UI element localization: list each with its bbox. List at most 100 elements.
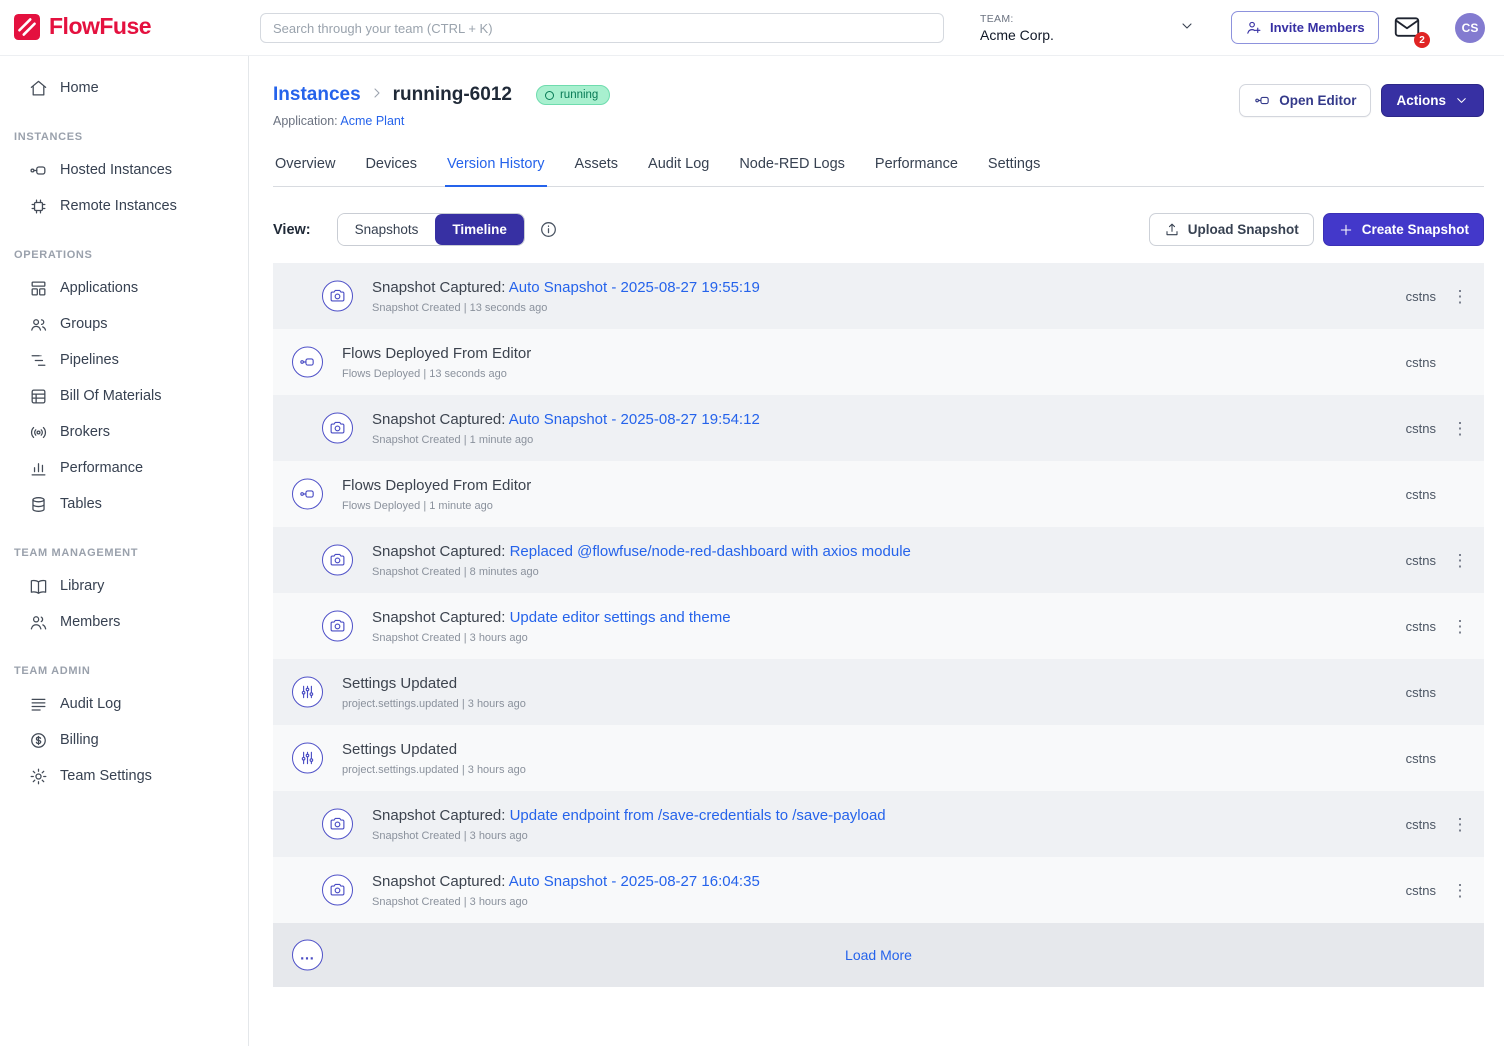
event-type-label: Snapshot Captured: [372,609,510,626]
sidebar-item-performance[interactable]: Performance [0,450,248,486]
sidebar-item-label: Brokers [60,424,110,440]
page-header: Instances running-6012 running Applicati… [273,84,1484,128]
kebab-menu-button[interactable]: ⋮ [1444,878,1477,903]
team-selector[interactable]: TEAM: Acme Corp. [980,8,1195,48]
upload-snapshot-label: Upload Snapshot [1188,222,1299,237]
user-add-icon [1245,19,1262,36]
status-label: running [560,89,598,101]
info-icon[interactable] [539,220,558,239]
timeline-row: Snapshot Captured: Auto Snapshot - 2025-… [273,395,1484,461]
snapshot-link[interactable]: Replaced @flowfuse/node-red-dashboard wi… [510,543,911,560]
sidebar-item-audit-log[interactable]: Audit Log [0,686,248,722]
sidebar-item-remote-instances[interactable]: Remote Instances [0,188,248,224]
tab-devices[interactable]: Devices [363,146,419,187]
sidebar-item-library[interactable]: Library [0,568,248,604]
timeline-row: Snapshot Captured: Update endpoint from … [273,791,1484,857]
sidebar-item-home[interactable]: Home [0,70,248,106]
brokers-icon [29,423,48,442]
deploy-icon [292,479,323,510]
invite-members-button[interactable]: Invite Members [1231,11,1379,44]
sidebar-item-label: Hosted Instances [60,162,172,178]
status-badge: running [536,85,610,105]
create-snapshot-label: Create Snapshot [1362,222,1469,237]
event-meta: Snapshot Created | 1 minute ago [372,434,760,446]
snapshots-toggle-button[interactable]: Snapshots [338,214,436,245]
sidebar-item-hosted-instances[interactable]: Hosted Instances [0,152,248,188]
gear-icon [29,767,48,786]
audit-log-icon [29,695,48,714]
library-icon [29,577,48,596]
event-title: Settings Updated [342,675,457,692]
camera-icon [322,545,353,576]
open-editor-button[interactable]: Open Editor [1239,84,1371,117]
kebab-menu-button[interactable]: ⋮ [1444,284,1477,309]
kebab-menu-button[interactable]: ⋮ [1444,812,1477,837]
user-avatar[interactable]: CS [1455,13,1485,43]
sidebar-item-tables[interactable]: Tables [0,486,248,522]
actions-button[interactable]: Actions [1381,84,1484,117]
snapshot-link[interactable]: Auto Snapshot - 2025-08-27 16:04:35 [509,873,760,890]
user-name: cstns [1406,883,1436,898]
notifications-button[interactable]: 2 [1392,12,1426,46]
flowfuse-logo-icon [14,14,40,40]
user-name: cstns [1406,817,1436,832]
search-input[interactable] [260,13,944,43]
tab-node-red-logs[interactable]: Node-RED Logs [737,146,847,187]
kebab-menu-button[interactable]: ⋮ [1444,416,1477,441]
kebab-menu-button[interactable]: ⋮ [1444,614,1477,639]
event-meta: Snapshot Created | 3 hours ago [372,632,731,644]
sidebar-item-brokers[interactable]: Brokers [0,414,248,450]
upload-snapshot-button[interactable]: Upload Snapshot [1149,213,1314,246]
more-dots-icon: … [292,940,323,971]
tab-version-history[interactable]: Version History [445,146,547,187]
event-title: Settings Updated [342,741,457,758]
tab-settings[interactable]: Settings [986,146,1042,187]
event-title: Flows Deployed From Editor [342,477,531,494]
application-link[interactable]: Acme Plant [340,114,404,128]
tables-icon [29,495,48,514]
snapshot-link[interactable]: Auto Snapshot - 2025-08-27 19:54:12 [509,411,760,428]
team-name: Acme Corp. [980,27,1054,43]
sidebar: Home INSTANCES Hosted Instances Remote I… [0,56,249,1046]
snapshot-link[interactable]: Auto Snapshot - 2025-08-27 19:55:19 [509,279,760,296]
topbar: FlowFuse TEAM: Acme Corp. Invite Members… [0,0,1504,56]
sidebar-item-label: Members [60,614,120,630]
kebab-menu-button[interactable]: ⋮ [1444,548,1477,573]
tab-overview[interactable]: Overview [273,146,337,187]
chevron-down-icon [1454,93,1469,108]
timeline-toggle-button[interactable]: Timeline [435,214,524,245]
event-meta: Snapshot Created | 13 seconds ago [372,302,760,314]
event-meta: Flows Deployed | 13 seconds ago [342,368,531,380]
performance-icon [29,459,48,478]
billing-icon [29,731,48,750]
user-name: cstns [1406,421,1436,436]
sidebar-item-pipelines[interactable]: Pipelines [0,342,248,378]
event-type-label: Snapshot Captured: [372,807,510,824]
user-name: cstns [1406,355,1436,370]
breadcrumb-instances-link[interactable]: Instances [273,84,361,106]
brand-name: FlowFuse [49,13,151,40]
load-more-button[interactable]: Load More [845,947,912,963]
sidebar-item-label: Remote Instances [60,198,177,214]
snapshot-link[interactable]: Update endpoint from /save-credentials t… [510,807,886,824]
tab-performance[interactable]: Performance [873,146,960,187]
tab-audit-log[interactable]: Audit Log [646,146,711,187]
sidebar-item-label: Library [60,578,104,594]
create-snapshot-button[interactable]: Create Snapshot [1323,213,1484,246]
status-dot-icon [545,91,554,100]
sidebar-item-applications[interactable]: Applications [0,270,248,306]
editor-node-icon [1254,92,1271,109]
user-name: cstns [1406,685,1436,700]
timeline-row: Snapshot Captured: Replaced @flowfuse/no… [273,527,1484,593]
sidebar-item-billing[interactable]: Billing [0,722,248,758]
sidebar-section-team-admin: TEAM ADMIN [0,640,248,686]
invite-members-label: Invite Members [1270,20,1365,35]
timeline-row: Flows Deployed From Editor Flows Deploye… [273,461,1484,527]
sidebar-item-groups[interactable]: Groups [0,306,248,342]
sidebar-item-members[interactable]: Members [0,604,248,640]
sidebar-item-team-settings[interactable]: Team Settings [0,758,248,794]
sidebar-item-bill-of-materials[interactable]: Bill Of Materials [0,378,248,414]
tab-assets[interactable]: Assets [573,146,621,187]
flowfuse-logo[interactable]: FlowFuse [14,13,151,40]
snapshot-link[interactable]: Update editor settings and theme [510,609,731,626]
